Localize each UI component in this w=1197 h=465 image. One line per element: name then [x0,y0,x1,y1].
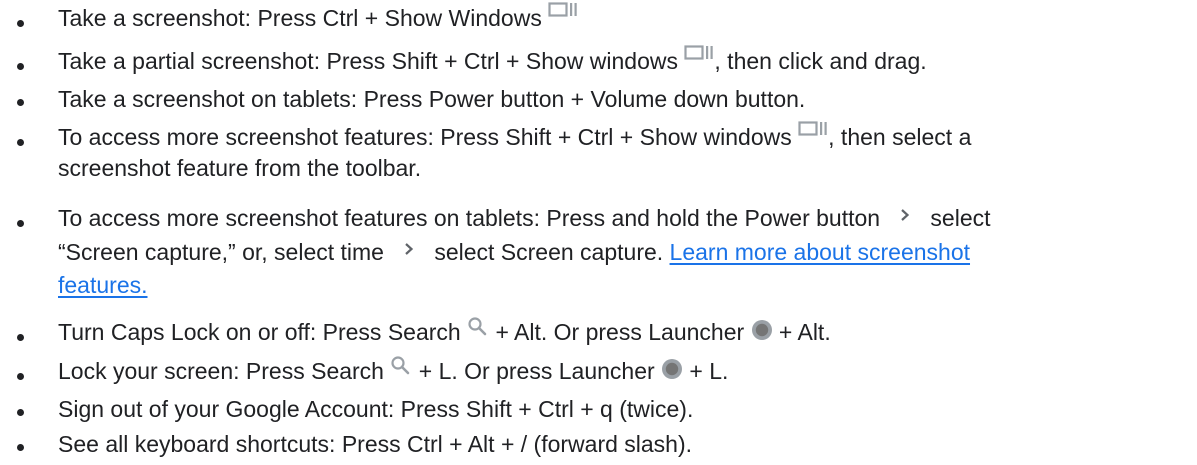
item-text: select [930,205,991,231]
item-text: + Alt. Or press Launcher [495,319,745,345]
learn-more-link-continued[interactable]: features. [58,272,148,298]
list-item-all-shortcuts: See all keyboard shortcuts: Press Ctrl +… [0,428,712,458]
learn-more-link[interactable]: Learn more about screenshot [670,239,970,265]
bullet [17,63,24,70]
list-item-tablet-screenshot: Take a screenshot on tablets: Press Powe… [0,83,825,113]
item-text: Take a screenshot: Press Ctrl + Show Win… [58,5,542,31]
bullet [17,373,24,380]
item-text: + Alt. [778,319,831,345]
show-windows-icon [548,2,578,34]
item-text: + L. Or press Launcher [418,358,655,384]
item-text-line2: screenshot feature from the toolbar. [58,155,422,181]
item-text: Sign out of your Google Account: Press S… [58,396,694,422]
item-text: Take a partial screenshot: Press Shift +… [58,48,679,74]
item-text-after: , then click and drag. [714,48,927,74]
list-item-sign-out: Sign out of your Google Account: Press S… [0,393,713,423]
launcher-icon [661,355,683,387]
show-windows-icon [798,121,828,153]
list-item-caps-lock: Turn Caps Lock on or off: Press Search +… [0,314,851,348]
bullet [17,220,24,227]
bullet [17,139,24,146]
bullet [17,444,24,451]
list-item-lock-screen: Lock your screen: Press Search + L. Or p… [0,353,748,387]
search-icon [390,355,412,387]
bullet [17,99,24,106]
item-text: “Screen capture,” or, select time [58,239,384,265]
item-text: To access more screenshot features: Pres… [58,124,792,150]
show-windows-icon [684,45,714,77]
item-text: select Screen capture. [434,239,664,265]
list-item-tablet-features: To access more screenshot features on ta… [0,200,1011,300]
bullet [17,334,24,341]
chevron-right-icon [899,202,911,234]
item-text: See all keyboard shortcuts: Press Ctrl +… [58,431,693,457]
list-item-partial-screenshot: Take a partial screenshot: Press Shift +… [0,43,947,77]
launcher-icon [751,316,773,348]
item-text-after: , then select a [828,124,972,150]
chevron-right-icon [403,234,415,270]
list-item-more-features: To access more screenshot features: Pres… [0,119,991,183]
item-text: To access more screenshot features on ta… [58,205,881,231]
bullet [17,409,24,416]
item-text: Lock your screen: Press Search [58,358,384,384]
list-item-screenshot: Take a screenshot: Press Ctrl + Show Win… [0,0,598,34]
search-icon [467,316,489,348]
item-text: + L. [689,358,729,384]
bullet [17,20,24,27]
item-text: Turn Caps Lock on or off: Press Search [58,319,461,345]
item-text: Take a screenshot on tablets: Press Powe… [58,86,806,112]
